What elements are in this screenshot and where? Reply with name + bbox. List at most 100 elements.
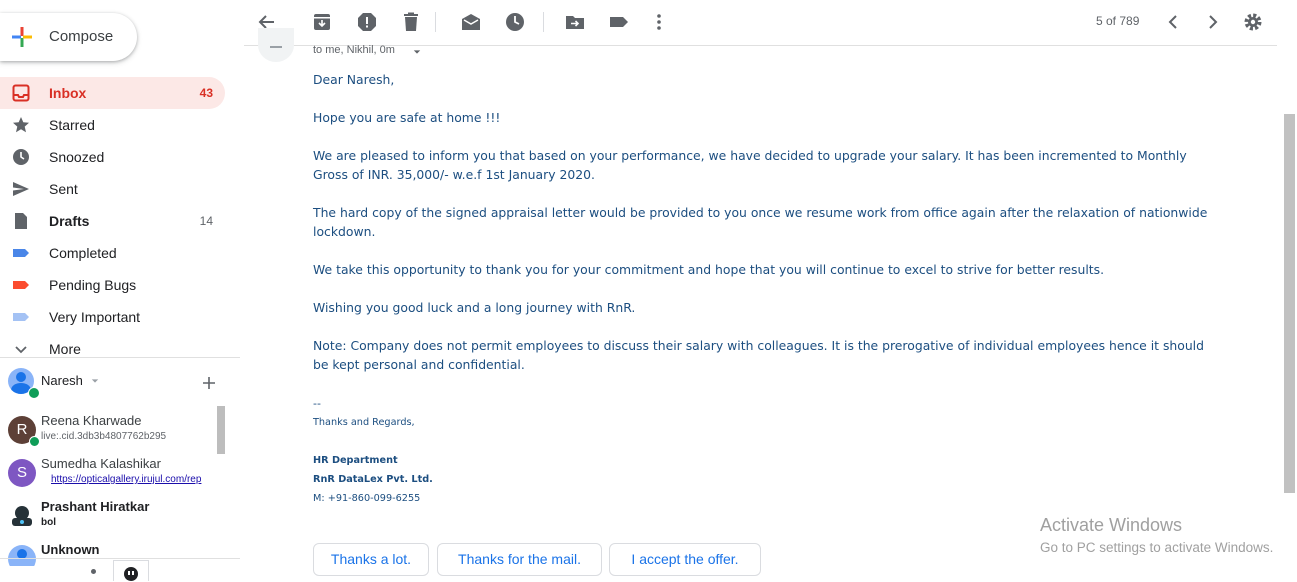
inbox-count: 43 [199,86,213,100]
signature-department: HR Department [313,455,398,466]
caret-down-icon[interactable] [91,377,99,385]
chat-snippet-link[interactable]: https://opticalgallery.irujul.com/rep [51,474,201,485]
body-paragraph: We take this opportunity to thank you fo… [313,262,1105,277]
body-paragraph: Gross of INR. 35,000/- w.e.f 1st January… [313,167,595,182]
archive-icon[interactable] [311,11,333,33]
chat-item-prashant[interactable]: Prashant Hiratkar bol [0,492,225,535]
body-paragraph: lockdown. [313,224,376,239]
details-caret-icon[interactable] [413,48,421,56]
sidebar-item-completed[interactable]: Completed [0,237,225,269]
sidebar: Compose Inbox 43 Starred Snoozed Sent Dr… [0,0,240,581]
sidebar-item-label: Inbox [49,85,87,101]
star-icon [13,117,29,133]
move-to-icon[interactable] [564,11,586,33]
signature-dash: -- [313,397,321,410]
sender-avatar [258,28,294,62]
toolbar-divider [543,12,544,32]
sidebar-item-drafts[interactable]: Drafts 14 [0,205,225,237]
body-paragraph: Wishing you good luck and a long journey… [313,300,636,315]
activate-windows-title: Activate Windows [1040,515,1183,535]
chevron-left-icon[interactable] [1162,11,1184,33]
body-paragraph: The hard copy of the signed appraisal le… [313,205,1208,220]
snooze-icon[interactable] [504,11,526,33]
compose-label: Compose [49,28,114,45]
drafts-count: 14 [199,214,213,228]
chat-item-sumedha[interactable]: S Sumedha Kalashikar https://opticalgall… [0,449,225,492]
sidebar-item-label: Pending Bugs [49,277,137,293]
nav-list: Inbox 43 Starred Snoozed Sent Drafts 14 … [0,77,240,365]
smart-reply-button[interactable]: I accept the offer. [609,543,761,576]
mark-unread-icon[interactable] [460,11,482,33]
signature-company: RnR DataLex Pvt. Ltd. [313,474,433,485]
sidebar-item-label: Starred [49,117,95,133]
chat-name: Reena Kharwade [41,413,142,428]
sidebar-item-more[interactable]: More [0,333,225,365]
chevron-down-icon [15,346,27,354]
compose-button[interactable]: Compose [0,13,137,61]
sidebar-item-snoozed[interactable]: Snoozed [0,141,225,173]
more-vert-icon[interactable] [648,11,670,33]
report-spam-icon[interactable] [356,11,378,33]
smart-reply-button[interactable]: Thanks for the mail. [437,543,602,576]
main-scrollbar[interactable] [1284,114,1295,493]
inbox-icon [12,84,30,102]
clock-icon [13,149,29,165]
chat-scrollbar[interactable] [217,406,225,454]
label-icon [13,313,29,321]
avatar: S [8,459,36,487]
draft-icon [15,213,27,229]
label-icon [13,281,29,289]
online-status-icon [28,387,40,399]
sidebar-item-pending-bugs[interactable]: Pending Bugs [0,269,225,301]
chat-name: Sumedha Kalashikar [41,456,161,471]
avatar-image-icon [12,506,32,526]
avatar [8,502,36,530]
sidebar-item-label: Sent [49,181,78,197]
pagination-label: 5 of 789 [1096,14,1140,28]
sidebar-item-very-important[interactable]: Very Important [0,301,225,333]
recipients-line: to me, Nikhil, 0m [313,44,395,56]
hangouts-user[interactable]: Naresh [0,366,240,399]
divider [0,357,240,358]
body-paragraph: Hope you are safe at home !!! [313,110,501,125]
plus-icon [12,27,32,47]
divider [0,558,240,559]
sidebar-item-label: Drafts [49,213,90,229]
chat-snippet: bol [41,517,56,528]
sidebar-item-label: Snoozed [49,149,105,165]
sidebar-item-inbox[interactable]: Inbox 43 [0,77,225,109]
greeting: Dear Naresh, [313,72,395,87]
sidebar-item-label: More [49,341,81,357]
message-toolbar: 5 of 789 [244,0,1277,46]
hangouts-user-name: Naresh [41,373,83,388]
chevron-right-icon[interactable] [1202,11,1224,33]
chat-list: R Reena Kharwade live:.cid.3db3b4807762b… [0,406,225,566]
chat-name: Prashant Hiratkar [41,499,150,514]
online-status-icon [29,436,40,447]
add-icon[interactable] [202,376,216,390]
chat-snippet: live:.cid.3db3b4807762b295 [41,431,167,442]
toolbar-divider [435,12,436,32]
sidebar-item-label: Completed [49,245,117,261]
body-paragraph: We are pleased to inform you that based … [313,148,1187,163]
send-icon [13,182,29,196]
trash-icon[interactable] [400,11,422,33]
hangouts-tab[interactable] [113,560,149,581]
label-as-icon[interactable] [608,11,630,33]
dot-icon [91,569,96,574]
body-paragraph: Note: Company does not permit employees … [313,338,1204,353]
activate-windows-subtitle: Go to PC settings to activate Windows. [1040,540,1274,555]
signature-thanks: Thanks and Regards, [313,417,415,428]
hangouts-icon [124,567,138,581]
sidebar-item-sent[interactable]: Sent [0,173,225,205]
smart-reply-button[interactable]: Thanks a lot. [313,543,429,576]
label-icon [13,249,29,257]
chat-item-reena[interactable]: R Reena Kharwade live:.cid.3db3b4807762b… [0,406,225,449]
signature-phone: M: +91-860-099-6255 [313,493,421,504]
body-paragraph: be kept personal and confidential. [313,357,525,372]
sidebar-item-starred[interactable]: Starred [0,109,225,141]
chat-name: Unknown [41,542,100,557]
gear-icon[interactable] [1242,11,1264,33]
sidebar-item-label: Very Important [49,309,141,325]
avatar [8,545,36,566]
